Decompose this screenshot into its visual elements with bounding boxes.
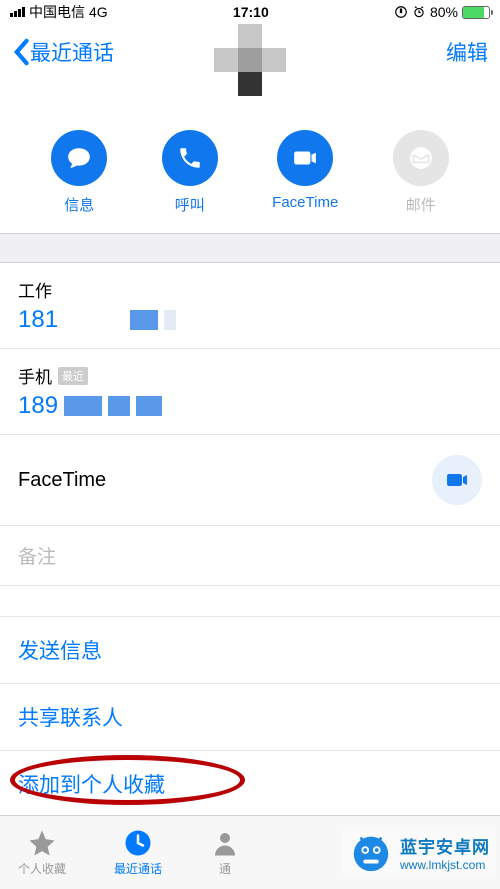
status-time: 17:10 xyxy=(108,4,394,20)
action-call[interactable]: 呼叫 xyxy=(162,130,218,215)
back-button[interactable]: 最近通话 xyxy=(12,37,114,67)
phone-icon xyxy=(177,145,203,171)
mail-icon xyxy=(408,145,434,171)
action-facetime[interactable]: FaceTime xyxy=(272,130,338,215)
chevron-left-icon xyxy=(12,38,30,66)
back-label: 最近通话 xyxy=(30,37,114,67)
action-facetime-label: FaceTime xyxy=(272,194,338,211)
phone-mobile-number: 189 xyxy=(18,392,58,420)
add-to-favorites-cell[interactable]: 添加到个人收藏 xyxy=(0,751,500,818)
video-icon xyxy=(445,468,469,492)
tab-recents[interactable]: 最近通话 xyxy=(114,828,162,877)
facetime-label: FaceTime xyxy=(18,469,106,492)
watermark: 蓝宇安卓网 www.lmkjst.com xyxy=(342,825,496,879)
tab-contacts-label: 通 xyxy=(219,860,231,877)
notes-field[interactable]: 备注 xyxy=(0,526,500,586)
facetime-row: FaceTime xyxy=(0,435,500,526)
section-divider xyxy=(0,233,500,263)
contact-avatar[interactable] xyxy=(214,24,286,96)
signal-strength-icon xyxy=(10,7,25,17)
tab-recents-label: 最近通话 xyxy=(114,860,162,877)
facetime-video-button[interactable] xyxy=(432,455,482,505)
action-message-label: 信息 xyxy=(64,194,94,215)
phone-mobile-label: 手机 xyxy=(18,363,52,388)
status-carrier: 中国电信 xyxy=(29,2,85,22)
share-contact-cell[interactable]: 共享联系人 xyxy=(0,684,500,751)
action-mail-label: 邮件 xyxy=(406,194,436,215)
clock-icon xyxy=(123,828,153,858)
person-icon xyxy=(210,828,240,858)
robot-icon xyxy=(348,829,394,875)
status-battery-percent: 80% xyxy=(430,4,458,20)
tab-favorites[interactable]: 个人收藏 xyxy=(18,828,66,877)
recent-badge: 最近 xyxy=(58,367,88,385)
edit-button[interactable]: 编辑 xyxy=(446,37,488,67)
alarm-icon xyxy=(412,5,426,19)
phone-work-label: 工作 xyxy=(18,277,52,302)
action-message[interactable]: 信息 xyxy=(51,130,107,215)
watermark-title: 蓝宇安卓网 xyxy=(400,833,490,858)
send-message-cell[interactable]: 发送信息 xyxy=(0,616,500,684)
phone-mobile[interactable]: 手机 最近 189 xyxy=(0,349,500,435)
action-mail: 邮件 xyxy=(393,130,449,215)
watermark-url: www.lmkjst.com xyxy=(400,858,490,872)
status-bar: 中国电信 4G 17:10 80% xyxy=(0,0,500,24)
status-network: 4G xyxy=(89,4,108,20)
battery-icon xyxy=(462,6,490,19)
add-to-favorites-label: 添加到个人收藏 xyxy=(18,774,165,797)
orientation-lock-icon xyxy=(394,5,408,19)
star-icon xyxy=(27,828,57,858)
action-call-label: 呼叫 xyxy=(175,194,205,215)
video-icon xyxy=(292,145,318,171)
tab-contacts[interactable]: 通 xyxy=(210,828,240,877)
message-icon xyxy=(66,145,92,171)
contact-actions: 信息 呼叫 FaceTime 邮件 xyxy=(0,110,500,233)
phone-work-number: 181 xyxy=(18,306,58,334)
nav-bar: 最近通话 编辑 xyxy=(0,24,500,80)
phone-work[interactable]: 工作 181 xyxy=(0,263,500,349)
tab-favorites-label: 个人收藏 xyxy=(18,860,66,877)
